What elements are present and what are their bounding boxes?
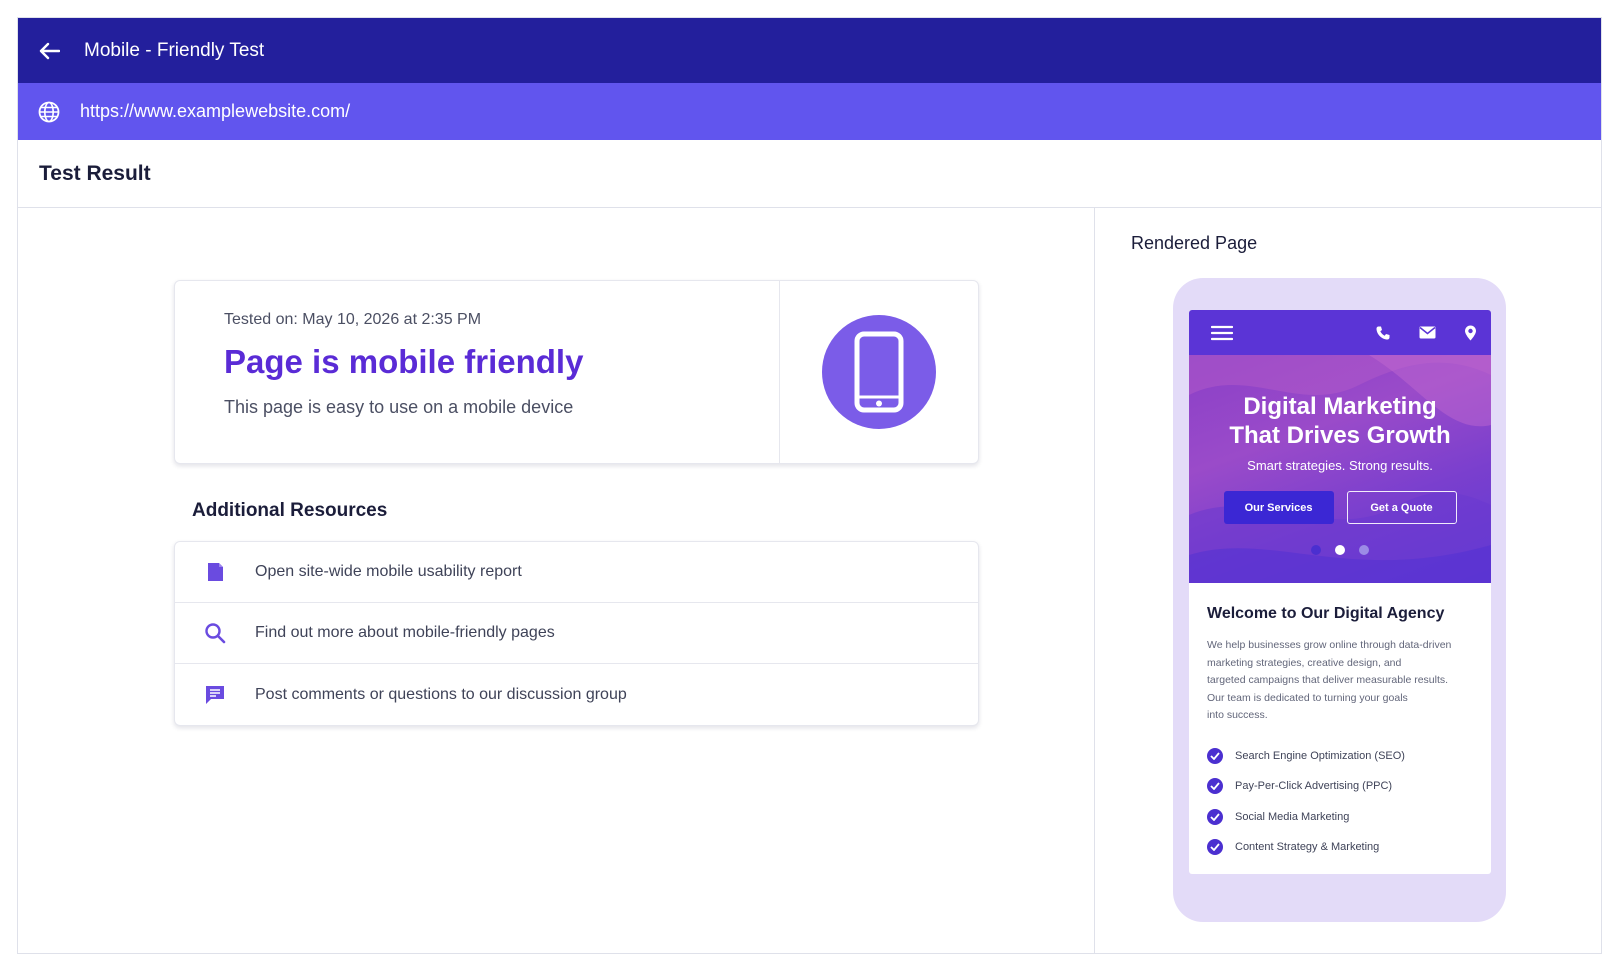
carousel-dots bbox=[1189, 545, 1491, 555]
service-label: Search Engine Optimization (SEO) bbox=[1235, 749, 1405, 762]
mobile-content: Welcome to Our Digital Agency We help bu… bbox=[1189, 583, 1491, 863]
top-bar: Mobile - Friendly Test bbox=[18, 18, 1601, 83]
result-title: Test Result bbox=[39, 161, 151, 185]
check-circle-icon bbox=[1207, 808, 1223, 825]
welcome-line: Our team is dedicated to turning your go… bbox=[1207, 691, 1408, 704]
resource-label: Open site-wide mobile usability report bbox=[255, 563, 522, 580]
resource-label: Find out more about mobile-friendly page… bbox=[255, 624, 555, 641]
check-circle-icon bbox=[1207, 778, 1223, 795]
welcome-line: into success. bbox=[1207, 709, 1268, 721]
result-card: Tested on: May 10, 2026 at 2:35 PM Page … bbox=[174, 280, 979, 464]
resources-list: Open site-wide mobile usability report F… bbox=[174, 541, 979, 726]
resource-item-usability-report[interactable]: Open site-wide mobile usability report bbox=[175, 542, 978, 603]
carousel-dot-1[interactable] bbox=[1311, 545, 1321, 555]
hero-heading-line1: Digital Marketing bbox=[1243, 393, 1437, 420]
resource-item-mobile-friendly-info[interactable]: Find out more about mobile-friendly page… bbox=[175, 603, 978, 664]
tested-on-text: Tested on: May 10, 2026 at 2:35 PM bbox=[224, 311, 482, 328]
welcome-paragraph: We help businesses grow online through d… bbox=[1207, 637, 1473, 725]
app-window: Mobile - Friendly Test https://www.examp… bbox=[17, 17, 1602, 954]
mobile-phone-icon bbox=[822, 315, 936, 429]
resource-label: Post comments or questions to our discus… bbox=[255, 685, 627, 703]
resource-item-discussion-group[interactable]: Post comments or questions to our discus… bbox=[175, 664, 978, 725]
hamburger-menu-icon[interactable] bbox=[1211, 325, 1233, 341]
service-label: Content Strategy & Marketing bbox=[1235, 841, 1380, 854]
phone-mockup: Digital Marketing That Drives Growth Sma… bbox=[1173, 278, 1506, 922]
result-header: Test Result bbox=[18, 140, 1601, 208]
result-headline: Page is mobile friendly bbox=[224, 343, 584, 380]
list-item: Pay-Per-Click Advertising (PPC) bbox=[1207, 771, 1473, 802]
phone-icon[interactable] bbox=[1375, 325, 1391, 341]
phone-screen: Digital Marketing That Drives Growth Sma… bbox=[1189, 310, 1491, 874]
welcome-line: We help businesses grow online through d… bbox=[1207, 639, 1452, 651]
resources-title: Additional Resources bbox=[192, 500, 388, 521]
location-pin-icon[interactable] bbox=[1464, 325, 1477, 341]
services-list: Search Engine Optimization (SEO) Pay-Per… bbox=[1207, 741, 1473, 863]
rendered-page-title: Rendered Page bbox=[1131, 233, 1258, 253]
service-label: Pay-Per-Click Advertising (PPC) bbox=[1235, 780, 1393, 793]
list-item: Search Engine Optimization (SEO) bbox=[1207, 741, 1473, 772]
search-icon bbox=[205, 623, 226, 644]
hero-subtitle: Smart strategies. Strong results. bbox=[1247, 458, 1433, 473]
chat-icon bbox=[206, 685, 224, 704]
url-bar[interactable]: https://www.examplewebsite.com/ bbox=[18, 83, 1601, 140]
service-label: Social Media Marketing bbox=[1235, 810, 1350, 823]
hero-heading-line2: That Drives Growth bbox=[1229, 422, 1451, 449]
carousel-dot-2[interactable] bbox=[1335, 545, 1345, 555]
check-circle-icon bbox=[1207, 839, 1223, 856]
list-item: Social Media Marketing bbox=[1207, 802, 1473, 833]
report-icon bbox=[208, 563, 223, 581]
mobile-nav-bar bbox=[1189, 310, 1491, 355]
result-pane: Tested on: May 10, 2026 at 2:35 PM Page … bbox=[18, 208, 1095, 953]
our-services-button[interactable]: Our Services bbox=[1223, 491, 1334, 524]
welcome-line: marketing strategies, creative design, a… bbox=[1207, 656, 1402, 669]
welcome-line: targeted campaigns that deliver measurab… bbox=[1207, 674, 1449, 686]
mail-icon[interactable] bbox=[1419, 326, 1436, 339]
app-title: Mobile - Friendly Test bbox=[84, 39, 265, 61]
check-circle-icon bbox=[1207, 747, 1223, 764]
rendered-page-pane: Rendered Page Digital Marketing That Dri… bbox=[1096, 208, 1601, 953]
carousel-dot-3[interactable] bbox=[1359, 545, 1369, 555]
back-button[interactable] bbox=[18, 18, 80, 83]
get-a-quote-button[interactable]: Get a Quote bbox=[1346, 491, 1457, 524]
arrow-left-icon bbox=[39, 42, 60, 59]
mobile-hero: Digital Marketing That Drives Growth Sma… bbox=[1189, 355, 1491, 583]
globe-icon bbox=[38, 101, 60, 122]
result-description: This page is easy to use on a mobile dev… bbox=[224, 397, 574, 417]
list-item: Content Strategy & Marketing bbox=[1207, 832, 1473, 863]
welcome-title: Welcome to Our Digital Agency bbox=[1207, 605, 1445, 622]
url-text: https://www.examplewebsite.com/ bbox=[80, 101, 351, 121]
